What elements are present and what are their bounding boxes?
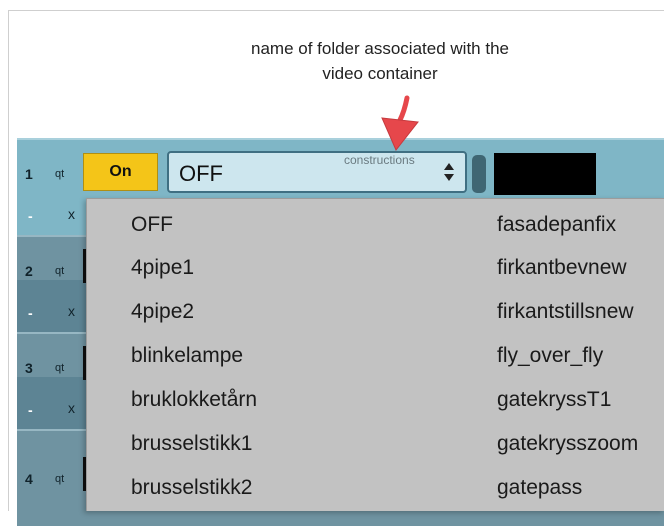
- annotation-line-2: video container: [322, 64, 438, 83]
- dropdown-option[interactable]: firkantbevnew: [497, 243, 664, 287]
- folder-select-hint: constructions: [344, 153, 415, 167]
- dropdown-option[interactable]: OFF: [131, 199, 257, 243]
- dropdown-option[interactable]: gatepass: [497, 463, 664, 507]
- close-x-button[interactable]: x: [68, 303, 75, 319]
- close-x-button[interactable]: x: [68, 206, 75, 222]
- dropdown-option[interactable]: brusselstikk2: [131, 463, 257, 507]
- dropdown-option[interactable]: brusselstikk1: [131, 419, 257, 463]
- dropdown-column-left: OFF 4pipe1 4pipe2 blinkelampe bruklokket…: [131, 199, 257, 507]
- row-number: 1: [25, 166, 33, 182]
- on-toggle-button[interactable]: On: [83, 153, 158, 191]
- dropdown-option[interactable]: fasadepanfix: [497, 199, 664, 243]
- folder-select-value: OFF: [179, 161, 223, 186]
- row-number: 2: [25, 263, 33, 279]
- qt-label: qt: [55, 265, 65, 277]
- minus-button[interactable]: -: [28, 208, 33, 224]
- folder-dropdown-menu: OFF 4pipe1 4pipe2 blinkelampe bruklokket…: [86, 198, 664, 511]
- dropdown-option[interactable]: 4pipe1: [131, 243, 257, 287]
- dropdown-option[interactable]: fly_over_fly: [497, 331, 664, 375]
- qt-label: qt: [55, 168, 65, 180]
- dropdown-option[interactable]: gatekrysszoom: [497, 419, 664, 463]
- row-number: 3: [25, 360, 33, 376]
- dropdown-option[interactable]: gatekryssT1: [497, 375, 664, 419]
- dropdown-option[interactable]: firkantstillsnew: [497, 287, 664, 331]
- minus-button[interactable]: -: [28, 305, 33, 321]
- dropdown-option[interactable]: 4pipe2: [131, 287, 257, 331]
- updown-arrows-icon: [444, 163, 454, 181]
- folder-select[interactable]: OFF constructions: [167, 151, 467, 193]
- dropdown-column-right: fasadepanfix firkantbevnew firkantstills…: [497, 199, 664, 507]
- qt-label: qt: [55, 473, 65, 485]
- qt-label: qt: [55, 362, 65, 374]
- close-x-button[interactable]: x: [68, 400, 75, 416]
- video-preview: [494, 153, 596, 195]
- row-number: 4: [25, 471, 33, 487]
- scroll-handle[interactable]: [472, 155, 486, 193]
- dropdown-option[interactable]: blinkelampe: [131, 331, 257, 375]
- annotation-text: name of folder associated with the video…: [170, 36, 590, 86]
- annotation-line-1: name of folder associated with the: [251, 39, 509, 58]
- dropdown-option[interactable]: bruklokketårn: [131, 375, 257, 419]
- minus-button[interactable]: -: [28, 402, 33, 418]
